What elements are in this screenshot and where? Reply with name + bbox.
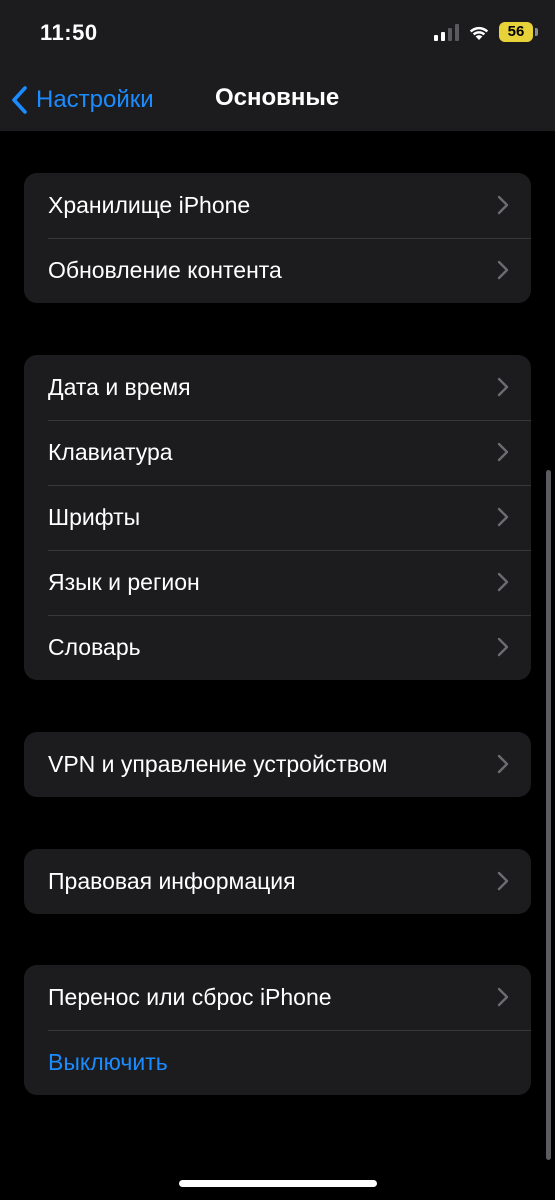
chevron-right-icon [497,507,509,527]
row-label: Хранилище iPhone [48,192,251,218]
row-label: Шрифты [48,504,141,530]
row-label: Правовая информация [48,868,296,894]
row-label: Дата и время [48,374,191,400]
chevron-left-icon [12,86,27,114]
row-dictionary[interactable]: Словарь [24,615,531,680]
chevron-right-icon [497,195,509,215]
home-indicator[interactable] [179,1180,377,1187]
settings-group-vpn: VPN и управление устройством [24,732,531,797]
shut-down-label: Выключить [48,1049,168,1075]
chevron-right-icon [497,572,509,592]
row-keyboard[interactable]: Клавиатура [24,420,531,485]
page-title: Основные [215,84,340,111]
nav-bar: Настройки Основные [0,70,555,131]
row-label: VPN и управление устройством [48,751,388,777]
battery-icon: 56 [499,22,538,42]
settings-group-reset: Перенос или сброс iPhone Выключить [24,965,531,1095]
row-language-region[interactable]: Язык и регион [24,550,531,615]
row-date-time[interactable]: Дата и время [24,355,531,420]
row-transfer-reset[interactable]: Перенос или сброс iPhone [24,965,531,1030]
scrollbar[interactable] [546,470,551,1160]
back-label: Настройки [36,86,154,113]
chevron-right-icon [497,637,509,657]
chevron-right-icon [497,442,509,462]
back-button[interactable]: Настройки [10,82,154,118]
shut-down-button[interactable]: Выключить [24,1030,531,1095]
wifi-icon [469,26,489,40]
row-label: Перенос или сброс iPhone [48,984,332,1010]
status-time: 11:50 [40,20,98,45]
row-fonts[interactable]: Шрифты [24,485,531,550]
row-label: Обновление контента [48,257,282,283]
row-label: Словарь [48,634,141,660]
settings-group-locale: Дата и время Клавиатура Шрифты Язык и ре… [24,355,531,680]
settings-group-legal: Правовая информация [24,849,531,914]
row-vpn-device-management[interactable]: VPN и управление устройством [24,732,531,797]
chevron-right-icon [497,377,509,397]
chevron-right-icon [497,987,509,1007]
row-background-app-refresh[interactable]: Обновление контента [24,238,531,303]
settings-group-storage: Хранилище iPhone Обновление контента [24,173,531,303]
chevron-right-icon [497,260,509,280]
signal-icon [434,23,459,41]
status-bar: 11:50 56 [0,0,555,70]
chevron-right-icon [497,754,509,774]
row-legal-information[interactable]: Правовая информация [24,849,531,914]
chevron-right-icon [497,871,509,891]
row-label: Клавиатура [48,439,173,465]
status-icons: 56 [434,22,538,42]
row-label: Язык и регион [48,569,200,595]
row-iphone-storage[interactable]: Хранилище iPhone [24,173,531,238]
